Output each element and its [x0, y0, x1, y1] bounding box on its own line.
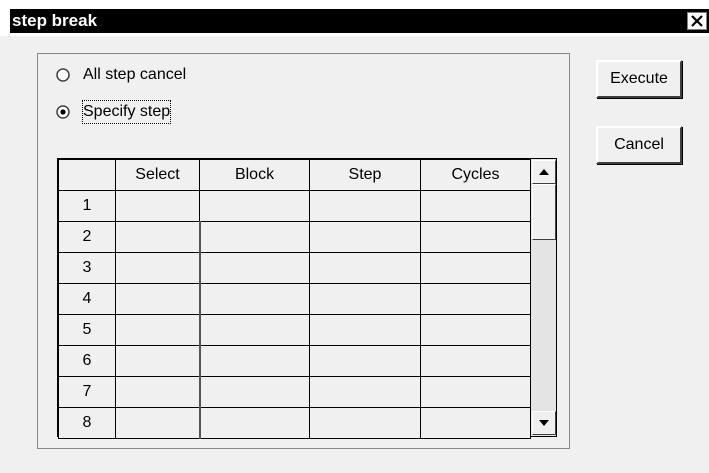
- table-row[interactable]: 3: [58, 252, 531, 284]
- close-button[interactable]: [687, 12, 707, 30]
- window-title: step break: [12, 11, 98, 30]
- block-cell[interactable]: [199, 252, 310, 284]
- step-cell[interactable]: [309, 376, 421, 408]
- step-cell[interactable]: [309, 345, 421, 377]
- column-header-block[interactable]: Block: [199, 159, 310, 191]
- block-cell[interactable]: [199, 283, 310, 315]
- vertical-scrollbar[interactable]: [530, 159, 556, 436]
- select-cell[interactable]: [115, 314, 201, 346]
- table-row[interactable]: 2: [58, 221, 531, 253]
- execute-button[interactable]: Execute: [596, 60, 682, 98]
- step-table: Select Block Step Cycles 1 2 3 4 5 6 7 8: [58, 159, 531, 439]
- step-grid: Select Block Step Cycles 1 2 3 4 5 6 7 8: [57, 158, 557, 439]
- cycles-cell[interactable]: [420, 376, 531, 408]
- title-strip: [10, 9, 709, 33]
- column-header-step[interactable]: Step: [309, 159, 421, 191]
- row-number[interactable]: 7: [58, 376, 116, 408]
- row-number[interactable]: 3: [58, 252, 116, 284]
- radio-selected-icon[interactable]: [56, 105, 70, 119]
- select-cell[interactable]: [115, 190, 200, 222]
- table-header-row: Select Block Step Cycles: [58, 159, 531, 191]
- title-bar: step break: [0, 0, 709, 36]
- cycles-cell[interactable]: [420, 407, 531, 439]
- scroll-thumb[interactable]: [532, 184, 556, 240]
- table-row[interactable]: 1: [58, 190, 531, 222]
- block-cell[interactable]: [199, 221, 310, 253]
- close-icon: [691, 15, 703, 27]
- step-cell[interactable]: [309, 407, 421, 439]
- select-cell[interactable]: [115, 221, 201, 253]
- block-cell[interactable]: [199, 407, 310, 439]
- row-number[interactable]: 6: [58, 345, 116, 377]
- block-cell[interactable]: [199, 314, 310, 346]
- specify-step-label: Specify step: [81, 100, 172, 124]
- select-cell[interactable]: [115, 376, 201, 408]
- arrow-down-icon: [539, 420, 549, 426]
- select-cell[interactable]: [115, 407, 201, 439]
- scroll-up-button[interactable]: [532, 160, 556, 184]
- step-cell[interactable]: [309, 221, 421, 253]
- table-row[interactable]: 8: [58, 407, 531, 439]
- cycles-cell[interactable]: [420, 314, 531, 346]
- cycles-cell[interactable]: [420, 190, 531, 222]
- step-cell[interactable]: [309, 314, 421, 346]
- scroll-down-button[interactable]: [532, 411, 556, 435]
- table-row[interactable]: 4: [58, 283, 531, 315]
- cycles-cell[interactable]: [420, 345, 531, 377]
- arrow-up-icon: [539, 169, 549, 175]
- all-step-cancel-label: All step cancel: [83, 66, 187, 83]
- block-cell[interactable]: [199, 376, 310, 408]
- column-header-corner[interactable]: [58, 159, 116, 191]
- cancel-button[interactable]: Cancel: [596, 126, 682, 164]
- row-number[interactable]: 4: [58, 283, 116, 315]
- block-cell[interactable]: [199, 190, 310, 222]
- cycles-cell[interactable]: [420, 221, 531, 253]
- radio-unselected-icon[interactable]: [56, 68, 70, 82]
- row-number[interactable]: 1: [58, 190, 116, 222]
- table-row[interactable]: 5: [58, 314, 531, 346]
- row-number[interactable]: 8: [58, 407, 116, 439]
- row-number[interactable]: 5: [58, 314, 116, 346]
- cycles-cell[interactable]: [420, 252, 531, 284]
- column-header-cycles[interactable]: Cycles: [420, 159, 531, 191]
- step-cell[interactable]: [309, 190, 421, 222]
- select-cell[interactable]: [115, 252, 201, 284]
- cycles-cell[interactable]: [420, 283, 531, 315]
- row-number[interactable]: 2: [58, 221, 116, 253]
- step-cell[interactable]: [309, 283, 421, 315]
- block-cell[interactable]: [199, 345, 310, 377]
- table-row[interactable]: 7: [58, 376, 531, 408]
- table-row[interactable]: 6: [58, 345, 531, 377]
- select-cell[interactable]: [115, 345, 201, 377]
- select-cell[interactable]: [115, 283, 201, 315]
- all-step-cancel-option[interactable]: All step cancel: [56, 64, 256, 86]
- specify-step-option[interactable]: Specify step: [56, 100, 256, 124]
- column-header-select[interactable]: Select: [115, 159, 200, 191]
- step-break-dialog: step break All step cancel Specify step …: [0, 0, 709, 473]
- step-cell[interactable]: [309, 252, 421, 284]
